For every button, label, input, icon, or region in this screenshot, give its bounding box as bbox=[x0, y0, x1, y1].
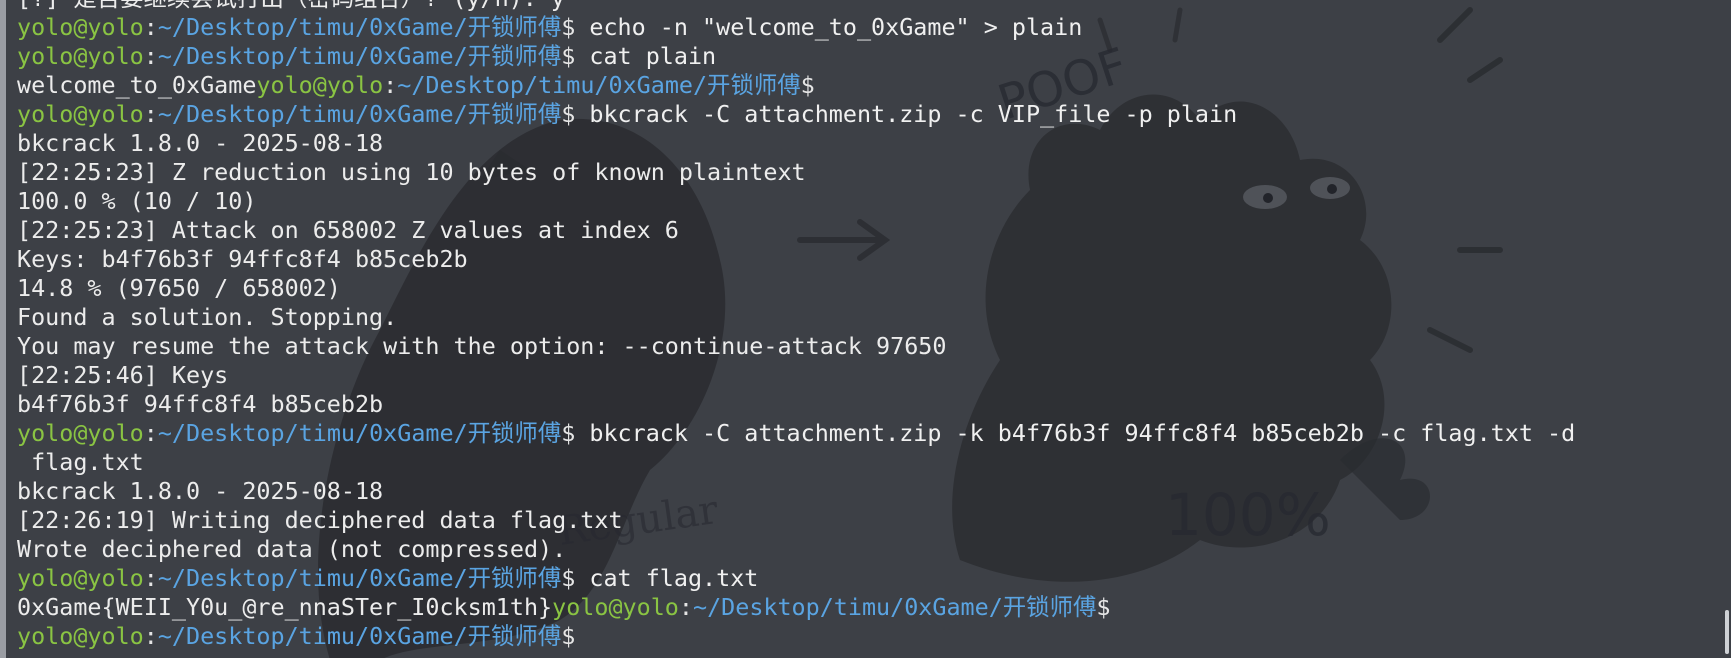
terminal-line: bkcrack 1.8.0 - 2025-08-18 bbox=[17, 477, 1707, 506]
prompt-user-host: yolo@yolo bbox=[17, 42, 144, 70]
terminal-line: 100.0 % (10 / 10) bbox=[17, 187, 1707, 216]
prompt-symbol: $ bbox=[561, 13, 576, 41]
command-text: cat plain bbox=[575, 42, 717, 70]
prompt-separator: : bbox=[143, 100, 158, 128]
output-text: Found a solution. Stopping. bbox=[17, 303, 398, 331]
output-text: [22:25:23] Z reduction using 10 bytes of… bbox=[17, 158, 806, 186]
prompt-separator: : bbox=[143, 622, 158, 650]
prompt-path: ~/Desktop/timu/0xGame/开锁师傅 bbox=[157, 13, 562, 41]
prompt-path: ~/Desktop/timu/0xGame/开锁师傅 bbox=[157, 100, 562, 128]
prompt-path: ~/Desktop/timu/0xGame/开锁师傅 bbox=[157, 42, 562, 70]
terminal-line: [22:26:19] Writing deciphered data flag.… bbox=[17, 506, 1707, 535]
prompt-user-host: yolo@yolo bbox=[17, 622, 144, 650]
prompt-separator: : bbox=[143, 42, 158, 70]
prompt-user-host: yolo@yolo bbox=[552, 593, 679, 621]
prompt-user-host: yolo@yolo bbox=[256, 71, 384, 99]
prompt-path: ~/Desktop/timu/0xGame/开锁师傅 bbox=[397, 71, 801, 99]
output-text: flag.txt bbox=[17, 448, 144, 476]
terminal-line: yolo@yolo:~/Desktop/timu/0xGame/开锁师傅$ bbox=[17, 622, 1707, 651]
terminal-line: [22:25:23] Z reduction using 10 bytes of… bbox=[17, 158, 1707, 187]
output-text: [22:25:46] Keys bbox=[17, 361, 229, 389]
output-text: [22:25:23] Attack on 658002 Z values at … bbox=[17, 216, 679, 244]
output-text: 100.0 % (10 / 10) bbox=[17, 187, 257, 215]
output-text: bkcrack 1.8.0 - 2025-08-18 bbox=[17, 477, 384, 505]
prompt-user-host: yolo@yolo bbox=[17, 100, 144, 128]
terminal-line: Keys: b4f76b3f 94ffc8f4 b85ceb2b bbox=[17, 245, 1707, 274]
terminal-line: yolo@yolo:~/Desktop/timu/0xGame/开锁师傅$ ca… bbox=[17, 42, 1707, 71]
prompt-symbol: $ bbox=[800, 71, 815, 99]
terminal-line: flag.txt bbox=[17, 448, 1707, 477]
prompt-path: ~/Desktop/timu/0xGame/开锁师傅 bbox=[157, 622, 562, 650]
prompt-path: ~/Desktop/timu/0xGame/开锁师傅 bbox=[157, 419, 562, 447]
prompt-user-host: yolo@yolo bbox=[17, 13, 144, 41]
terminal-line: [?] 是否要继续尝试打出（密码组合）? (y/n): y bbox=[17, 0, 1707, 13]
terminal-output: [?] 是否要继续尝试打出（密码组合）? (y/n): yyolo@yolo:~… bbox=[17, 0, 1707, 651]
output-text: Wrote deciphered data (not compressed). bbox=[17, 535, 567, 563]
terminal-line: [22:25:46] Keys bbox=[17, 361, 1707, 390]
prompt-path: ~/Desktop/timu/0xGame/开锁师傅 bbox=[157, 564, 562, 592]
output-text: 0xGame{WEII_Y0u_@re_nnaSTer_I0cksm1th} bbox=[17, 593, 553, 621]
terminal-line: welcome_to_0xGameyolo@yolo:~/Desktop/tim… bbox=[17, 71, 1707, 100]
terminal-line: Wrote deciphered data (not compressed). bbox=[17, 535, 1707, 564]
prompt-symbol: $ bbox=[561, 419, 576, 447]
command-text: echo -n "welcome_to_0xGame" > plain bbox=[575, 13, 1083, 41]
output-text: [22:26:19] Writing deciphered data flag.… bbox=[17, 506, 623, 534]
output-text: [?] 是否要继续尝试打出（密码组合）? (y/n): y bbox=[17, 0, 565, 12]
terminal-line: yolo@yolo:~/Desktop/timu/0xGame/开锁师傅$ ec… bbox=[17, 13, 1707, 42]
terminal-window[interactable]: POOF 100% Regular [?] 是否要继续尝试打出（密码组合）? (… bbox=[0, 0, 1731, 658]
prompt-symbol: $ bbox=[561, 42, 576, 70]
output-text: b4f76b3f 94ffc8f4 b85ceb2b bbox=[17, 390, 384, 418]
terminal-line: [22:25:23] Attack on 658002 Z values at … bbox=[17, 216, 1707, 245]
output-text: Keys: b4f76b3f 94ffc8f4 b85ceb2b bbox=[17, 245, 468, 273]
prompt-separator: : bbox=[143, 419, 158, 447]
terminal-line: yolo@yolo:~/Desktop/timu/0xGame/开锁师傅$ bk… bbox=[17, 100, 1707, 129]
scrollbar-thumb[interactable] bbox=[1725, 610, 1729, 654]
terminal-line: yolo@yolo:~/Desktop/timu/0xGame/开锁师傅$ bk… bbox=[17, 419, 1707, 448]
prompt-symbol: $ bbox=[561, 564, 576, 592]
prompt-symbol: $ bbox=[561, 100, 576, 128]
terminal-line: 14.8 % (97650 / 658002) bbox=[17, 274, 1707, 303]
prompt-symbol: $ bbox=[1096, 593, 1111, 621]
prompt-separator: : bbox=[678, 593, 693, 621]
terminal-line: b4f76b3f 94ffc8f4 b85ceb2b bbox=[17, 390, 1707, 419]
prompt-separator: : bbox=[383, 71, 398, 99]
command-text: cat flag.txt bbox=[575, 564, 759, 592]
command-text: bkcrack -C attachment.zip -c VIP_file -p… bbox=[575, 100, 1238, 128]
prompt-symbol: $ bbox=[561, 622, 576, 650]
prompt-separator: : bbox=[143, 13, 158, 41]
terminal-line: yolo@yolo:~/Desktop/timu/0xGame/开锁师傅$ ca… bbox=[17, 564, 1707, 593]
output-text: welcome_to_0xGame bbox=[17, 71, 257, 99]
output-text: 14.8 % (97650 / 658002) bbox=[17, 274, 341, 302]
prompt-user-host: yolo@yolo bbox=[17, 564, 144, 592]
output-text: bkcrack 1.8.0 - 2025-08-18 bbox=[17, 129, 384, 157]
command-text: bkcrack -C attachment.zip -k b4f76b3f 94… bbox=[575, 419, 1576, 447]
output-text: You may resume the attack with the optio… bbox=[17, 332, 947, 360]
terminal-line: bkcrack 1.8.0 - 2025-08-18 bbox=[17, 129, 1707, 158]
terminal-line: 0xGame{WEII_Y0u_@re_nnaSTer_I0cksm1th}yo… bbox=[17, 593, 1707, 622]
prompt-separator: : bbox=[143, 564, 158, 592]
terminal-line: Found a solution. Stopping. bbox=[17, 303, 1707, 332]
terminal-line: You may resume the attack with the optio… bbox=[17, 332, 1707, 361]
prompt-user-host: yolo@yolo bbox=[17, 419, 144, 447]
prompt-path: ~/Desktop/timu/0xGame/开锁师傅 bbox=[692, 593, 1097, 621]
